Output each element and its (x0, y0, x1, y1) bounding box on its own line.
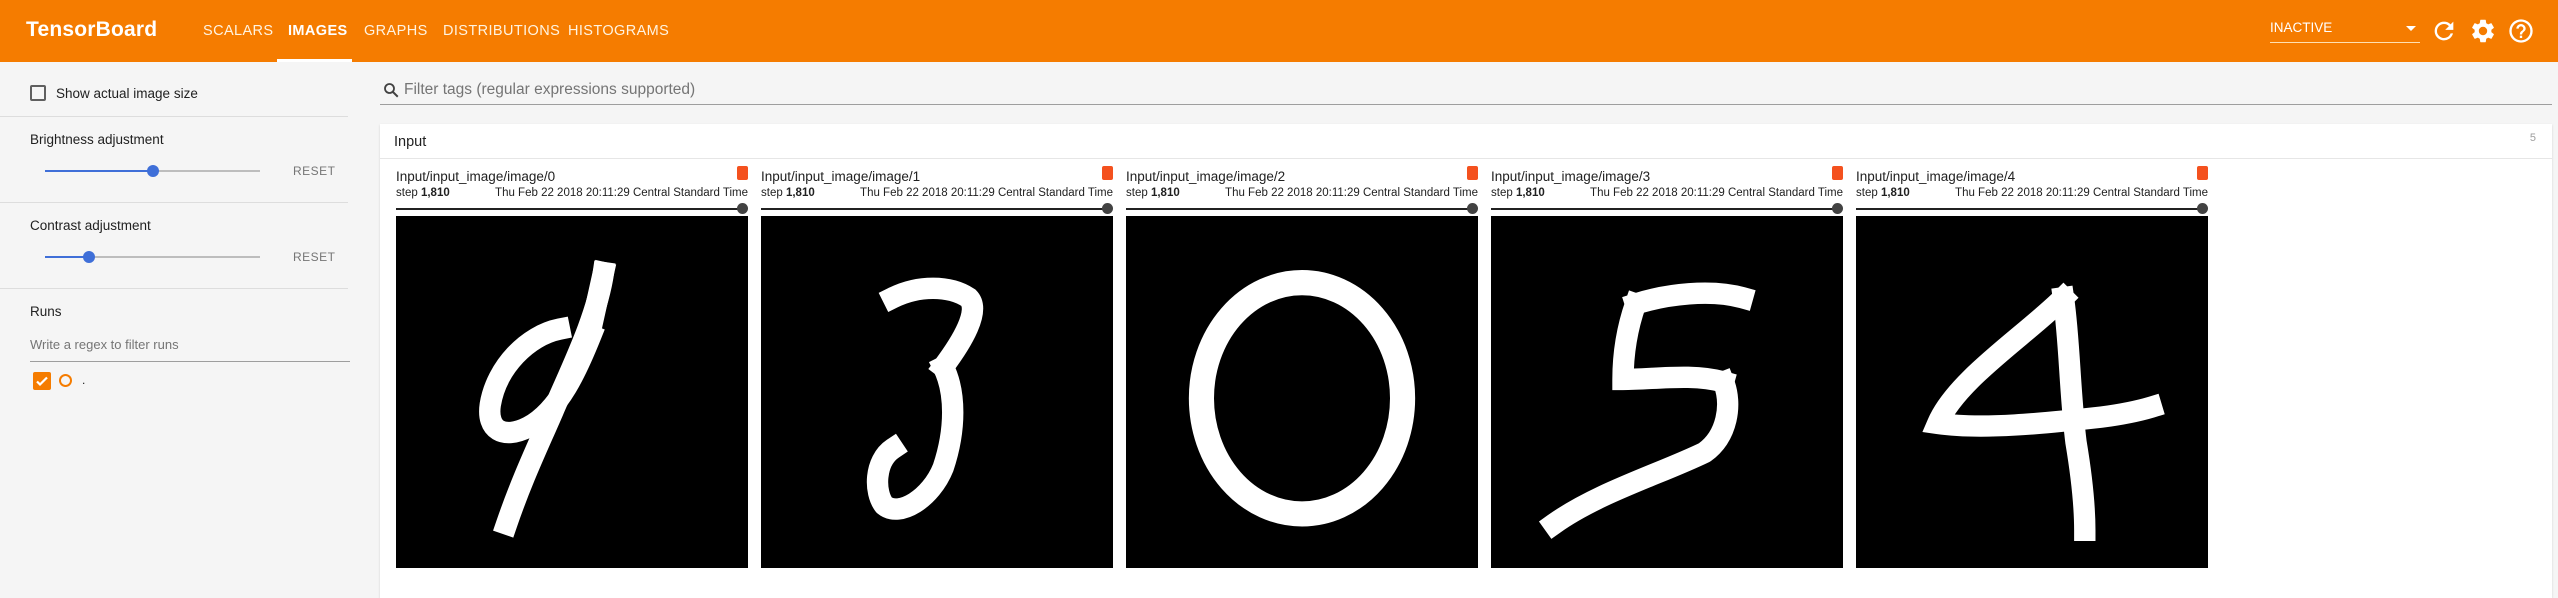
contrast-slider-handle[interactable] (83, 251, 95, 263)
sample-selector-button[interactable] (1832, 166, 1843, 180)
digit-3-image (866, 277, 984, 520)
image-tag: Input/input_image/image/2 (1126, 169, 1286, 184)
tab-distributions[interactable]: DISTRIBUTIONS (443, 23, 560, 39)
tab-images[interactable]: IMAGES (288, 23, 348, 39)
digit-image (1491, 216, 1843, 568)
divider (0, 288, 348, 289)
step-value: 1,810 (1515, 187, 1545, 199)
tag-filter[interactable]: Filter tags (regular expressions support… (380, 62, 2558, 114)
step-slider[interactable] (761, 208, 1109, 210)
runs-filter-input[interactable]: Write a regex to filter runs (30, 337, 350, 362)
image-meta: step 1,810 Thu Feb 22 2018 20:11:29 Cent… (1856, 187, 2208, 199)
image-timestamp: Thu Feb 22 2018 20:11:29 Central Standar… (1590, 187, 1843, 199)
step-label: step (1126, 187, 1148, 199)
sample-selector-button[interactable] (1467, 166, 1478, 180)
step-slider-handle[interactable] (737, 203, 748, 214)
run-status-value: INACTIVE (2270, 20, 2333, 35)
contrast-label: Contrast adjustment (30, 218, 151, 233)
tab-graphs[interactable]: GRAPHS (364, 23, 428, 39)
show-actual-size-label: Show actual image size (56, 86, 198, 101)
image-meta: step 1,810 Thu Feb 22 2018 20:11:29 Cent… (761, 187, 1113, 199)
check-icon (36, 376, 48, 387)
top-bar: TensorBoard SCALARS IMAGES GRAPHS DISTRI… (0, 0, 2558, 62)
digit-4-image (1922, 282, 2165, 541)
step-value: 1,810 (1880, 187, 1910, 199)
category-count: 5 (2529, 132, 2536, 144)
run-color-dot (59, 374, 72, 387)
divider (0, 116, 348, 117)
image-tag: Input/input_image/image/0 (396, 169, 556, 184)
image-card: Input/input_image/image/4 step 1,810 Thu… (1856, 166, 2208, 568)
image-tag: Input/input_image/image/4 (1856, 169, 2016, 184)
step-slider-handle[interactable] (2197, 203, 2208, 214)
contrast-reset-button[interactable]: RESET (293, 250, 336, 264)
search-icon (384, 83, 399, 98)
help-icon[interactable] (2507, 17, 2535, 45)
digit-image (761, 216, 1113, 568)
brightness-reset-button[interactable]: RESET (293, 164, 336, 178)
digit-image (396, 216, 748, 568)
digit-image (1126, 216, 1478, 568)
run-label: . (82, 373, 86, 387)
runs-label: Runs (30, 304, 62, 319)
brightness-slider-fill (45, 170, 153, 172)
tag-filter-placeholder: Filter tags (regular expressions support… (404, 81, 696, 98)
image-meta: step 1,810 Thu Feb 22 2018 20:11:29 Cent… (396, 187, 748, 199)
digit-5-image (1538, 282, 1756, 539)
refresh-icon[interactable] (2430, 17, 2458, 45)
step-value: 1,810 (785, 187, 815, 199)
sidebar: Show actual image size Brightness adjust… (0, 62, 380, 598)
step-slider[interactable] (1126, 208, 1474, 210)
run-status-select[interactable]: INACTIVE (2270, 20, 2420, 43)
digit-9-image (479, 259, 617, 538)
step-slider-handle[interactable] (1102, 203, 1113, 214)
image-card: Input/input_image/image/2 step 1,810 Thu… (1126, 166, 1478, 568)
step-value: 1,810 (420, 187, 450, 199)
image-tag: Input/input_image/image/1 (761, 169, 921, 184)
step-label: step (1491, 187, 1513, 199)
image-timestamp: Thu Feb 22 2018 20:11:29 Central Standar… (1225, 187, 1478, 199)
brightness-label: Brightness adjustment (30, 132, 164, 147)
settings-icon[interactable] (2469, 17, 2497, 45)
step-slider-handle[interactable] (1832, 203, 1843, 214)
step-slider[interactable] (1491, 208, 1839, 210)
step-slider[interactable] (1856, 208, 2204, 210)
category-pane: Input 5 Input/input_image/image/0 step 1… (380, 124, 2552, 598)
divider (0, 202, 348, 203)
category-header[interactable]: Input 5 (380, 124, 2552, 159)
image-timestamp: Thu Feb 22 2018 20:11:29 Central Standar… (860, 187, 1113, 199)
step-slider[interactable] (396, 208, 744, 210)
show-actual-size-checkbox[interactable] (30, 85, 46, 101)
sample-selector-button[interactable] (737, 166, 748, 180)
tab-histograms[interactable]: HISTOGRAMS (568, 23, 669, 39)
image-card: Input/input_image/image/3 step 1,810 Thu… (1491, 166, 1843, 568)
step-value: 1,810 (1150, 187, 1180, 199)
app-title: TensorBoard (26, 18, 158, 41)
category-title: Input (394, 134, 427, 150)
runs-filter-placeholder: Write a regex to filter runs (30, 337, 179, 352)
image-card: Input/input_image/image/0 step 1,810 Thu… (396, 166, 748, 568)
image-meta: step 1,810 Thu Feb 22 2018 20:11:29 Cent… (1491, 187, 1843, 199)
brightness-slider-handle[interactable] (147, 165, 159, 177)
digit-image (1856, 216, 2208, 568)
image-card: Input/input_image/image/1 step 1,810 Thu… (761, 166, 1113, 568)
chevron-down-icon (2406, 26, 2416, 31)
contrast-slider-fill (45, 256, 88, 258)
step-label: step (396, 187, 418, 199)
digit-0-image (1188, 270, 1416, 527)
sample-selector-button[interactable] (1102, 166, 1113, 180)
image-tag: Input/input_image/image/3 (1491, 169, 1651, 184)
step-label: step (1856, 187, 1878, 199)
run-checkbox[interactable] (33, 372, 51, 390)
tag-filter-underline (380, 104, 2552, 105)
sample-selector-button[interactable] (2197, 166, 2208, 180)
image-meta: step 1,810 Thu Feb 22 2018 20:11:29 Cent… (1126, 187, 1478, 199)
step-slider-handle[interactable] (1467, 203, 1478, 214)
step-label: step (761, 187, 783, 199)
tab-scalars[interactable]: SCALARS (203, 23, 274, 39)
image-timestamp: Thu Feb 22 2018 20:11:29 Central Standar… (1955, 187, 2208, 199)
image-timestamp: Thu Feb 22 2018 20:11:29 Central Standar… (495, 187, 748, 199)
